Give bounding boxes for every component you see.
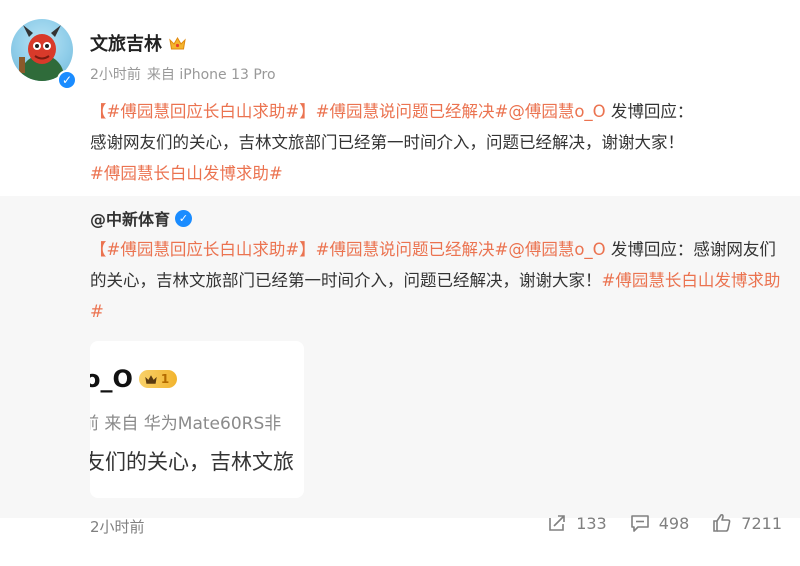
post-meta: 2小时前 来自 iPhone 13 Pro (90, 64, 276, 84)
repost-time[interactable]: 2小时前 (90, 516, 145, 537)
comment-count: 498 (658, 513, 690, 533)
thumbnail-text: 友们的关心，吉林文旅 (90, 450, 294, 474)
post-body-text: 发博回应： (605, 102, 694, 121)
mention-link[interactable]: @傅园慧o_O (508, 240, 605, 259)
hashtag-link[interactable]: #傅园慧说问题已经解决# (316, 102, 509, 121)
post-text: 【#傅园慧回应长白山求助#】#傅园慧说问题已经解决#@傅园慧o_O 发博回应： … (90, 96, 780, 189)
hashtag-link[interactable]: 【#傅园慧回应长白山求助#】 (90, 102, 316, 121)
repost-count: 133 (576, 513, 607, 533)
crown-badge-icon[interactable] (168, 35, 187, 52)
crown-icon (145, 374, 157, 384)
post-source: 来自 iPhone 13 Pro (146, 67, 276, 83)
verified-icon: ✓ (57, 70, 77, 90)
thumbnail-username-text: o_O (90, 365, 133, 393)
image-thumbnail[interactable]: o_O 1 前 来自 华为Mate60RS非 友们的关心，吉林文旅 (90, 341, 304, 498)
hashtag-link[interactable]: #傅园慧说问题已经解决# (316, 240, 509, 259)
hashtag-link[interactable]: #傅园慧长白山发博求助# (90, 164, 283, 183)
like-count: 7211 (741, 513, 782, 533)
verified-icon: ✓ (175, 209, 193, 227)
mention-link[interactable]: @傅园慧o_O (508, 102, 605, 121)
repost-author-row: @中新体育 ✓ (90, 206, 193, 230)
weibo-post: ✓ 文旅吉林 2小时前 来自 iPhone 13 Pro 【#傅园慧回应长白山求… (0, 0, 800, 566)
like-button[interactable]: 7211 (711, 512, 782, 534)
share-icon (549, 515, 565, 531)
crown-badge-icon: 1 (138, 370, 178, 388)
thumbnail-meta: 前 来自 华为Mate60RS非 (90, 414, 282, 434)
repost-text: 【#傅园慧回应长白山求助#】#傅园慧说问题已经解决#@傅园慧o_O 发博回应：感… (90, 234, 790, 327)
thumbs-up-icon (713, 513, 731, 532)
comment-button[interactable]: 498 (629, 512, 690, 534)
thumbnail-username: o_O 1 (90, 365, 178, 393)
reposted-content[interactable]: @中新体育 ✓ 【#傅园慧回应长白山求助#】#傅园慧说问题已经解决#@傅园慧o_… (0, 196, 800, 518)
post-body-text: 感谢网友们的关心，吉林文旅部门已经第一时间介入，问题已经解决，谢谢大家！ (90, 133, 684, 152)
author-name-row: 文旅吉林 (90, 30, 187, 56)
badge-level: 1 (160, 372, 170, 386)
post-time[interactable]: 2小时前 (90, 64, 141, 84)
repost-button[interactable]: 133 (546, 512, 607, 534)
author-name[interactable]: 文旅吉林 (90, 30, 162, 56)
comment-icon (630, 515, 649, 532)
repost-author[interactable]: @中新体育 (90, 206, 170, 230)
hashtag-link[interactable]: 【#傅园慧回应长白山求助#】 (90, 240, 316, 259)
action-bar: 133 498 7211 (546, 512, 782, 534)
